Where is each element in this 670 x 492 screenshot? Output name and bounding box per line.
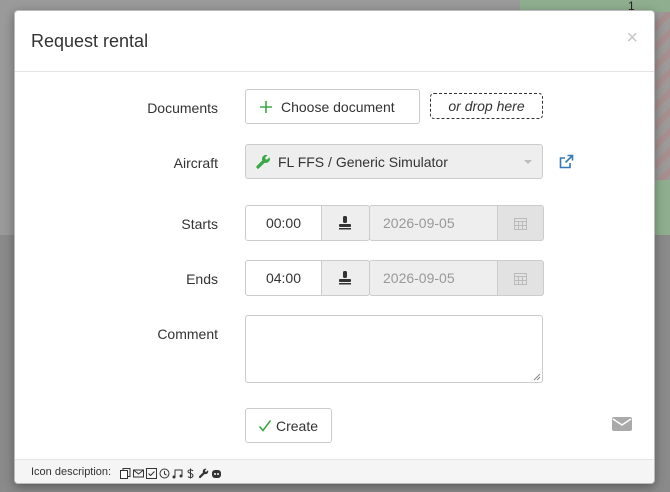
external-link-icon[interactable] [558, 154, 574, 170]
plus-icon [260, 100, 272, 113]
end-time-picker-button[interactable] [322, 260, 370, 296]
history-icon [159, 465, 170, 479]
wrench-icon [198, 465, 209, 479]
calendar-icon [514, 273, 527, 285]
choose-document-button[interactable]: Choose document [245, 89, 420, 124]
music-icon [172, 465, 183, 479]
request-rental-modal: Request rental × Documents Choose docume… [14, 10, 655, 484]
ends-label: Ends [186, 271, 218, 287]
documents-icon [120, 465, 131, 479]
wrench-icon [256, 154, 270, 169]
modal-title: Request rental [31, 31, 149, 51]
chevron-down-icon [524, 160, 532, 164]
checkbox-icon [146, 465, 157, 479]
drop-zone[interactable]: or drop here [430, 93, 543, 119]
starts-label: Starts [181, 216, 218, 232]
modal-header: Request rental × [15, 11, 654, 72]
envelope-icon[interactable] [612, 416, 632, 432]
start-date-calendar-button[interactable] [498, 205, 544, 241]
end-date-input[interactable]: 2026-09-05 [369, 260, 498, 296]
start-date-input[interactable]: 2026-09-05 [369, 205, 498, 241]
aircraft-label: Aircraft [173, 155, 218, 171]
dollar-icon [185, 465, 196, 479]
comment-label: Comment [157, 326, 218, 342]
icon-description-footer: Icon description: [15, 459, 654, 483]
close-button[interactable]: × [626, 28, 638, 48]
checkmark-icon [258, 419, 272, 432]
start-time-input[interactable]: 00:00 [245, 205, 322, 241]
icon-legend [120, 465, 222, 479]
create-label: Create [276, 417, 319, 434]
stamp-icon [339, 271, 351, 285]
choose-document-label: Choose document [281, 98, 395, 115]
start-time-picker-button[interactable] [322, 205, 370, 241]
mail-icon [133, 465, 144, 478]
aircraft-select[interactable]: FL FFS / Generic Simulator [245, 144, 543, 179]
aircraft-selected-value: FL FFS / Generic Simulator [278, 153, 448, 170]
resize-grip-icon[interactable] [533, 373, 541, 381]
documents-label: Documents [147, 100, 218, 116]
stamp-icon [339, 216, 351, 230]
comment-textarea[interactable] [245, 315, 543, 383]
end-time-input[interactable]: 04:00 [245, 260, 322, 296]
end-date-calendar-button[interactable] [498, 260, 544, 296]
icon-description-label: Icon description: [31, 466, 112, 478]
robot-icon [211, 465, 222, 478]
create-button[interactable]: Create [245, 408, 332, 443]
calendar-icon [514, 218, 527, 230]
